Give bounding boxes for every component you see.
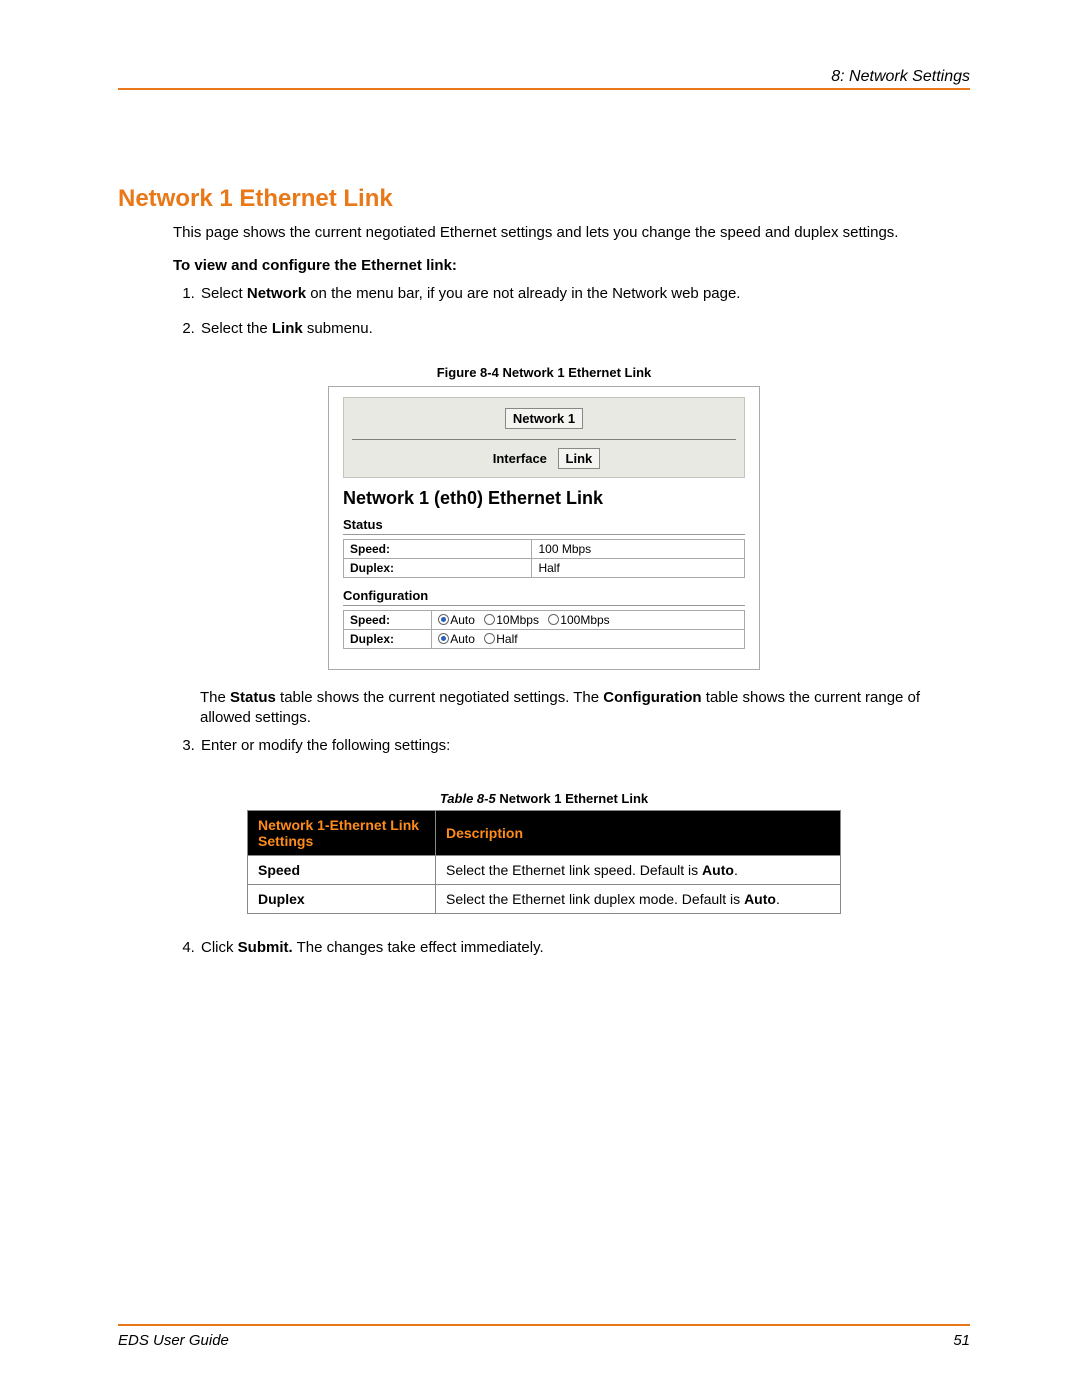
radio-duplex-auto[interactable]: Auto	[438, 632, 475, 646]
figure-caption: Figure 8-4 Network 1 Ethernet Link	[118, 365, 970, 380]
panel-heading: Network 1 (eth0) Ethernet Link	[343, 488, 745, 509]
config-duplex-options: Auto Half	[432, 629, 745, 648]
radio-icon	[548, 614, 559, 625]
status-duplex-value: Half	[532, 558, 745, 577]
task-heading: To view and configure the Ethernet link:	[173, 257, 970, 274]
config-speed-options: Auto 10Mbps 100Mbps	[432, 610, 745, 629]
footer-guide-name: EDS User Guide	[118, 1332, 229, 1349]
tab-network-1[interactable]: Network 1	[505, 408, 583, 429]
step-3: Enter or modify the following settings:	[199, 736, 970, 756]
intro-paragraph: This page shows the current negotiated E…	[173, 223, 970, 243]
chapter-label: 8: Network Settings	[831, 68, 970, 85]
step-2: Select the Link submenu.	[199, 319, 970, 339]
radio-icon	[484, 633, 495, 644]
subtab-link[interactable]: Link	[558, 448, 601, 469]
table-caption: Table 8-5 Network 1 Ethernet Link	[118, 791, 970, 806]
table-row: Speed: Auto 10Mbps 100Mbps	[344, 610, 745, 629]
radio-speed-auto[interactable]: Auto	[438, 613, 475, 627]
embedded-screenshot: Network 1 Interface Link Network 1 (eth0…	[328, 386, 760, 670]
col-header-settings: Network 1-Ethernet Link Settings	[248, 810, 436, 855]
subtab-interface[interactable]: Interface	[487, 449, 553, 468]
table-row: Duplex: Auto Half	[344, 629, 745, 648]
row-speed-key: Speed	[248, 855, 436, 884]
step-2-keyword: Link	[272, 320, 303, 337]
status-speed-value: 100 Mbps	[532, 539, 745, 558]
radio-speed-100mbps[interactable]: 100Mbps	[548, 613, 609, 627]
status-speed-label: Speed:	[344, 539, 532, 558]
settings-description-table: Network 1-Ethernet Link Settings Descrip…	[247, 810, 841, 914]
status-duplex-label: Duplex:	[344, 558, 532, 577]
radio-speed-10mbps[interactable]: 10Mbps	[484, 613, 539, 627]
config-table: Speed: Auto 10Mbps 100Mbps Duplex: Auto …	[343, 610, 745, 649]
config-duplex-label: Duplex:	[344, 629, 432, 648]
panel-tab-area: Network 1 Interface Link	[343, 397, 745, 478]
table-row: Speed: 100 Mbps	[344, 539, 745, 558]
step-1-keyword: Network	[247, 285, 306, 302]
page-header: 8: Network Settings	[118, 68, 970, 90]
config-heading: Configuration	[343, 588, 745, 606]
status-table: Speed: 100 Mbps Duplex: Half	[343, 539, 745, 578]
radio-icon	[484, 614, 495, 625]
table-row: Speed Select the Ethernet link speed. De…	[248, 855, 841, 884]
row-duplex-desc: Select the Ethernet link duplex mode. De…	[436, 884, 841, 913]
table-row: Duplex: Half	[344, 558, 745, 577]
row-duplex-key: Duplex	[248, 884, 436, 913]
after-figure-text: The Status table shows the current negot…	[200, 688, 970, 729]
col-header-description: Description	[436, 810, 841, 855]
config-speed-label: Speed:	[344, 610, 432, 629]
step-4-keyword: Submit.	[238, 939, 293, 956]
status-heading: Status	[343, 517, 745, 535]
footer-page-number: 51	[953, 1332, 970, 1349]
radio-icon	[438, 633, 449, 644]
step-4: Click Submit. The changes take effect im…	[199, 938, 970, 958]
radio-duplex-half[interactable]: Half	[484, 632, 517, 646]
page-footer: EDS User Guide 51	[118, 1324, 970, 1349]
table-row: Duplex Select the Ethernet link duplex m…	[248, 884, 841, 913]
row-speed-desc: Select the Ethernet link speed. Default …	[436, 855, 841, 884]
step-1: Select Network on the menu bar, if you a…	[199, 284, 970, 304]
section-title: Network 1 Ethernet Link	[118, 185, 970, 213]
radio-icon	[438, 614, 449, 625]
